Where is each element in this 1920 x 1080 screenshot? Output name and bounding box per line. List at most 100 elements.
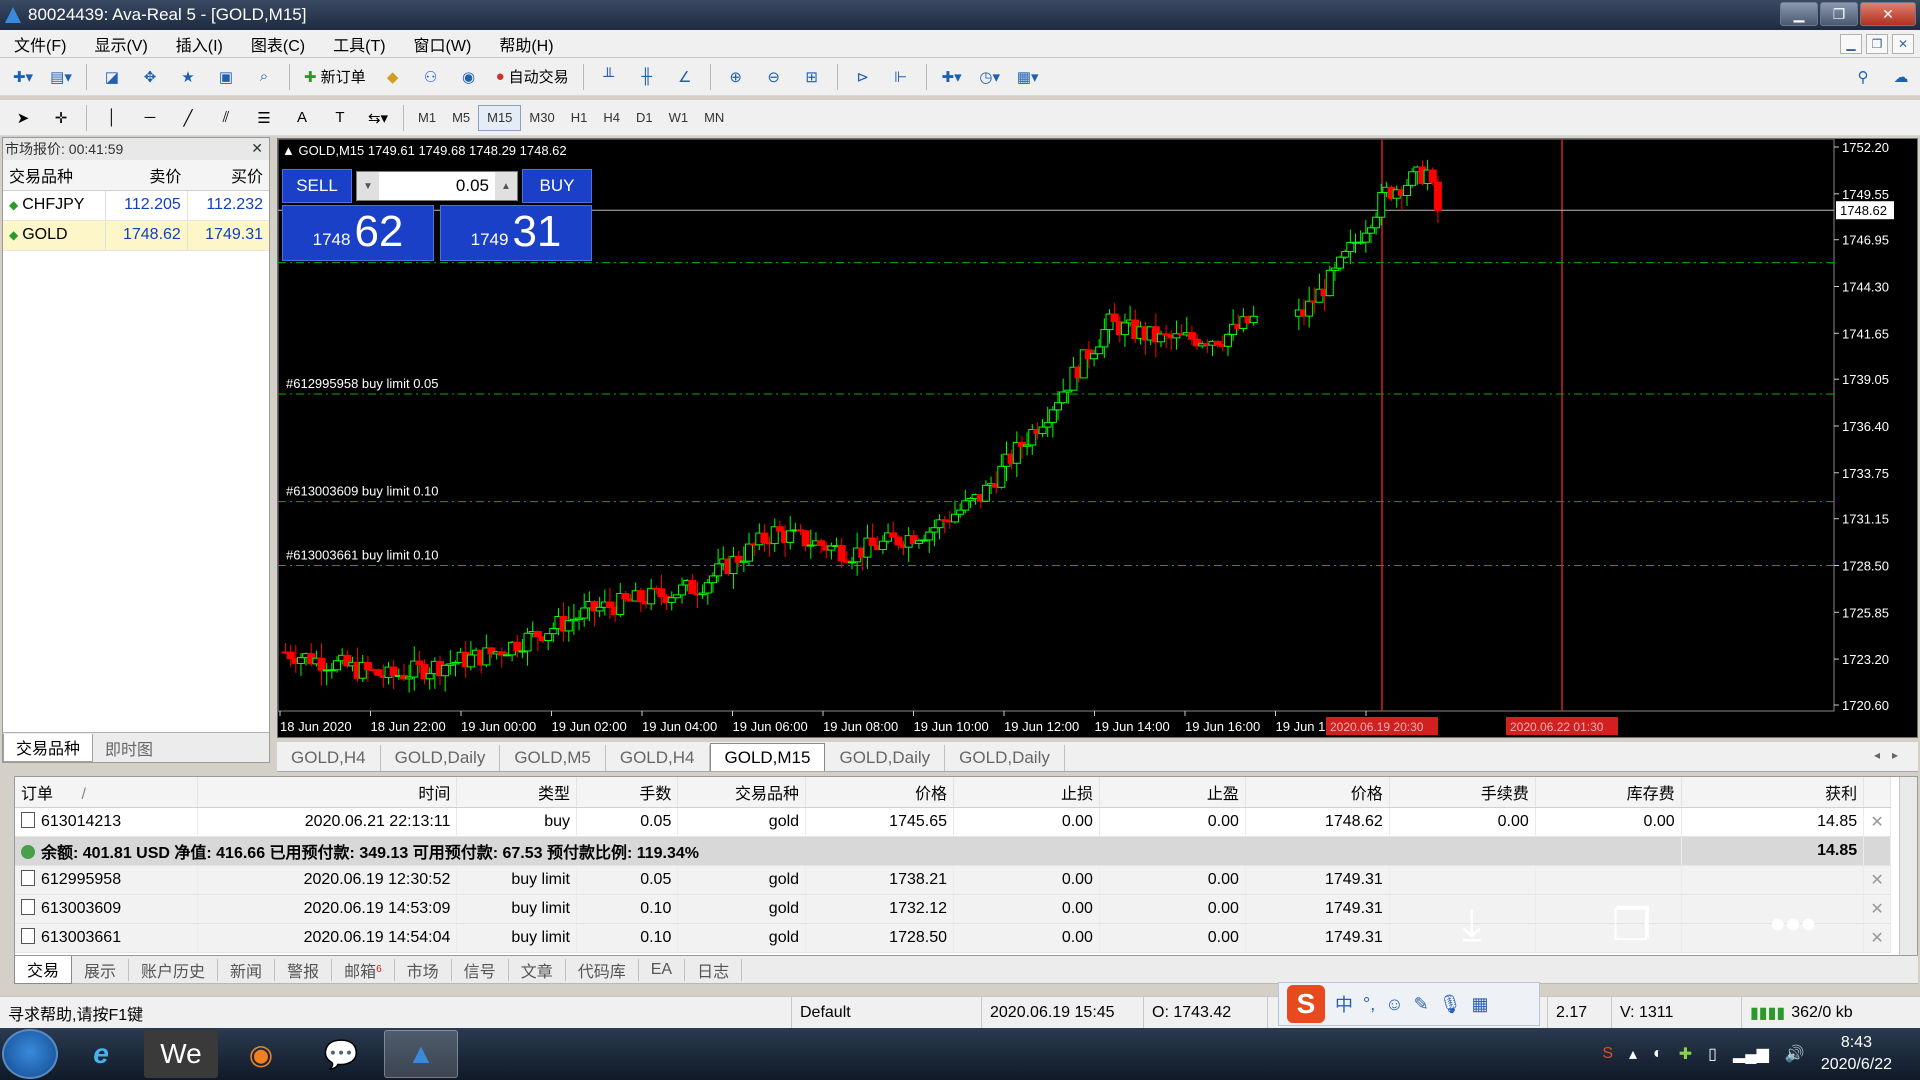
order-tp[interactable]: 0.00 — [1099, 807, 1246, 837]
col-bid[interactable]: 卖价 — [105, 160, 188, 191]
tab-gold-m5[interactable]: GOLD,M5 — [500, 745, 606, 771]
chart-shift-icon[interactable]: ⊩ — [886, 62, 916, 92]
timeframe-w1[interactable]: W1 — [661, 105, 697, 131]
word-app-button[interactable]: We — [144, 1030, 218, 1078]
timeframe-m15[interactable]: M15 — [478, 104, 522, 131]
menu-help[interactable]: 帮助(H) — [485, 32, 567, 56]
table-row[interactable]: 613014213 2020.06.21 22:13:11 buy 0.05 g… — [15, 807, 1891, 837]
sell-price-button[interactable]: 1748 62 — [282, 205, 434, 261]
mdi-close-button[interactable]: ✕ — [1892, 34, 1914, 54]
horizontal-line-icon[interactable]: ─ — [135, 103, 165, 133]
menu-insert[interactable]: 插入(I) — [162, 32, 237, 56]
start-button[interactable] — [2, 1029, 58, 1079]
tab-gold-daily[interactable]: GOLD,Daily — [381, 745, 501, 771]
timeframe-d1[interactable]: D1 — [628, 105, 661, 131]
tab-symbols[interactable]: 交易品种 — [3, 733, 94, 762]
col-time[interactable]: 时间 — [197, 777, 458, 808]
terminal-icon[interactable]: ▣ — [211, 62, 241, 92]
timeframe-mn[interactable]: MN — [696, 105, 732, 131]
order-tp[interactable]: 0.00 — [1099, 894, 1246, 924]
tab-market[interactable]: 市场 — [395, 958, 452, 981]
tab-scroll-arrows-icon[interactable]: ◂▸ — [1874, 748, 1910, 762]
microphone-icon[interactable]: 🎙 — [1439, 994, 1462, 1015]
order-sl[interactable]: 0.00 — [953, 923, 1100, 953]
tab-account-history[interactable]: 账户历史 — [129, 958, 219, 981]
tab-gold-h4[interactable]: GOLD,H4 — [606, 745, 710, 771]
minimize-button[interactable]: ▁ — [1780, 2, 1818, 26]
timeframe-m5[interactable]: M5 — [444, 105, 478, 131]
col-commission[interactable]: 手续费 — [1389, 777, 1536, 808]
zoom-in-icon[interactable]: ⊕ — [721, 62, 751, 92]
device-icon[interactable]: ▯ — [1708, 1044, 1717, 1064]
periods-icon[interactable]: ◷▾ — [975, 62, 1005, 92]
tab-code-base[interactable]: 代码库 — [566, 958, 639, 981]
col-order[interactable]: 订单 / — [15, 777, 198, 808]
cursor-icon[interactable]: ➤ — [8, 103, 38, 133]
tab-tick-chart[interactable]: 即时图 — [93, 734, 165, 762]
window-icon[interactable]: ❐ — [1612, 900, 1651, 960]
navigator-icon[interactable]: ★ — [173, 62, 203, 92]
candlestick-icon[interactable]: ╫ — [632, 62, 662, 92]
lot-size-value[interactable]: 0.05 — [379, 176, 495, 196]
data-window-icon[interactable]: ✥ — [135, 62, 165, 92]
metaeditor-icon[interactable]: ◆ — [378, 62, 408, 92]
menu-window[interactable]: 窗口(W) — [400, 32, 486, 56]
col-symbol[interactable]: 交易品种 — [677, 777, 807, 808]
col-profit[interactable]: 获利 — [1681, 777, 1865, 808]
more-icon[interactable]: ••• — [1770, 900, 1816, 960]
metatrader-icon[interactable]: ▲ — [384, 1030, 458, 1078]
signals-icon[interactable]: ⚇ — [416, 62, 446, 92]
buy-price-button[interactable]: 1749 31 — [440, 205, 592, 261]
indicators-icon[interactable]: ✚▾ — [937, 62, 967, 92]
tab-gold-daily[interactable]: GOLD,Daily — [825, 745, 946, 771]
menu-file[interactable]: 文件(F) — [0, 32, 80, 56]
fibonacci-icon[interactable]: ☰ — [249, 103, 279, 133]
tab-mailbox[interactable]: 邮箱 6 — [332, 958, 395, 981]
tab-trade[interactable]: 交易 — [14, 955, 73, 984]
tab-journal[interactable]: 日志 — [685, 958, 743, 981]
menu-view[interactable]: 显示(V) — [80, 32, 161, 56]
close-icon[interactable]: ✕ — [251, 140, 263, 157]
mdi-minimize-button[interactable]: ▁ — [1840, 34, 1862, 54]
firefox-icon[interactable]: ◉ — [224, 1030, 298, 1078]
sogou-tray-icon[interactable]: S — [1602, 1045, 1613, 1063]
table-row[interactable]: 612995958 2020.06.19 12:30:52 buy limit … — [15, 865, 1891, 895]
market-row[interactable]: ◆ GOLD 1748.62 1749.31 — [3, 220, 269, 251]
text-icon[interactable]: A — [287, 103, 317, 133]
toolbox-icon[interactable]: ▦ — [1472, 994, 1489, 1015]
qq-icon[interactable]: ◐ — [1653, 1045, 1663, 1063]
radio-icon[interactable]: ◉ — [454, 62, 484, 92]
punctuation-icon[interactable]: °, — [1363, 994, 1375, 1015]
market-watch-icon[interactable]: ◪ — [97, 62, 127, 92]
tab-exposure[interactable]: 展示 — [72, 958, 130, 981]
handwriting-icon[interactable]: ✎ — [1414, 994, 1429, 1015]
lot-increase-icon[interactable]: ▲ — [495, 172, 517, 200]
col-symbol[interactable]: 交易品种 — [3, 160, 106, 191]
col-current-price[interactable]: 价格 — [1245, 777, 1390, 808]
menu-tools[interactable]: 工具(T) — [319, 32, 399, 56]
maximize-button[interactable]: ❐ — [1820, 2, 1858, 26]
zoom-out-icon[interactable]: ⊖ — [759, 62, 789, 92]
delete-order-icon[interactable]: ✕ — [1863, 894, 1891, 924]
network-icon[interactable]: ▂▄▆ — [1733, 1044, 1769, 1064]
shield-icon[interactable]: ✚ — [1679, 1044, 1692, 1064]
market-row[interactable]: ◆ CHFJPY 112.205 112.232 — [3, 190, 269, 221]
lot-size-field[interactable]: ▼ 0.05 ▲ — [356, 171, 518, 201]
col-type[interactable]: 类型 — [456, 777, 577, 808]
timeframe-h4[interactable]: H4 — [595, 105, 628, 131]
search-icon[interactable]: ⚲ — [1848, 62, 1878, 92]
arrows-icon[interactable]: ⇆▾ — [363, 103, 393, 133]
col-lots[interactable]: 手数 — [576, 777, 679, 808]
price-chart[interactable]: 1752.20 1749.55 1746.95 1744.30 1741.65 1739.… — [277, 138, 1918, 738]
col-price[interactable]: 价格 — [805, 777, 955, 808]
menu-charts[interactable]: 图表(C) — [237, 32, 319, 56]
order-tp[interactable]: 0.00 — [1099, 865, 1246, 895]
crosshair-icon[interactable]: ✛ — [46, 103, 76, 133]
chat-icon[interactable]: ☁ — [1886, 62, 1916, 92]
delete-order-icon[interactable]: ✕ — [1863, 865, 1891, 895]
buy-button[interactable]: BUY — [522, 169, 592, 203]
lot-decrease-icon[interactable]: ▼ — [357, 172, 379, 200]
strategy-tester-icon[interactable]: ⌕ — [249, 62, 279, 92]
col-ask[interactable]: 买价 — [187, 160, 269, 191]
tile-windows-icon[interactable]: ⊞ — [797, 62, 827, 92]
